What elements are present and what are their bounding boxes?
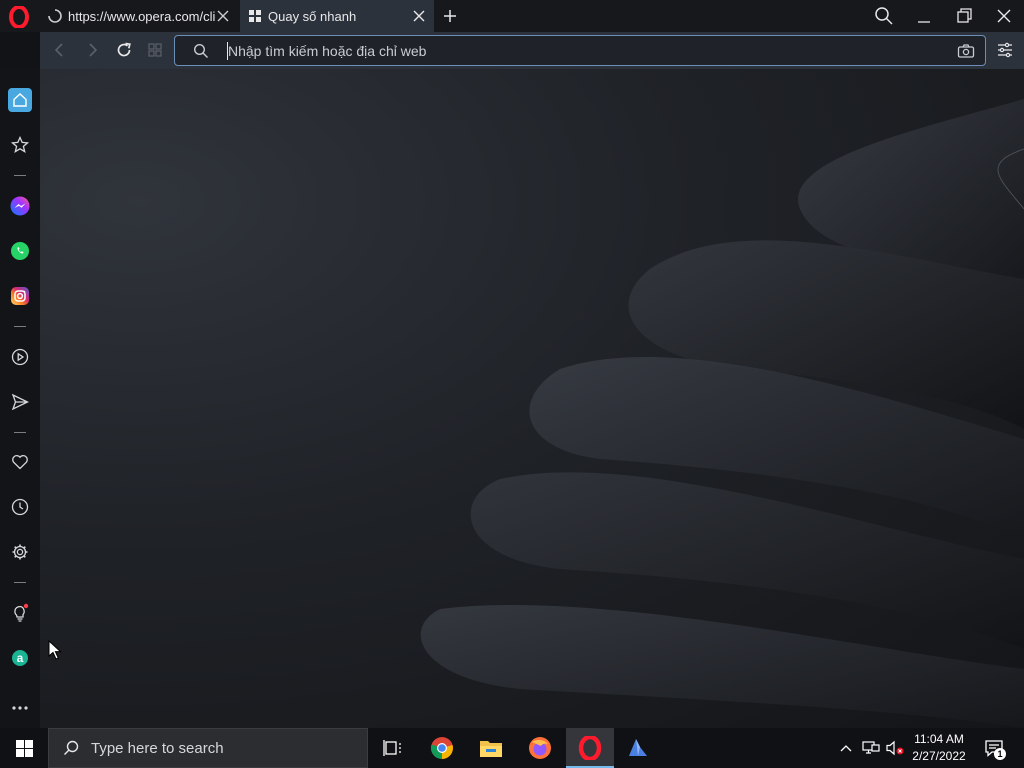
opera-icon <box>578 736 602 760</box>
windows-logo-icon <box>15 739 33 757</box>
network-icon <box>862 741 880 754</box>
sidebar-divider <box>14 326 26 327</box>
file-explorer-taskbar-button[interactable] <box>467 728 515 768</box>
volume-tray-button[interactable] <box>884 728 906 768</box>
action-center-button[interactable] <box>980 728 1008 768</box>
chevron-up-icon <box>840 745 852 752</box>
easy-setup-icon[interactable] <box>996 41 1014 59</box>
tab-title: Quay số nhanh <box>268 8 357 24</box>
task-view-icon <box>383 740 401 756</box>
opera-menu-icon[interactable] <box>8 5 30 29</box>
taskbar-search-box[interactable]: Type here to search <box>48 728 368 768</box>
back-icon[interactable] <box>50 40 70 60</box>
volume-muted-icon <box>886 740 904 756</box>
tips-icon[interactable] <box>8 601 32 625</box>
windows-taskbar: Type here to search 11:04 AM 2/27/2022 1 <box>0 728 1024 768</box>
sidebar-divider <box>14 175 26 176</box>
close-tab-icon[interactable] <box>412 9 426 23</box>
speed-dial-background <box>40 69 1024 728</box>
navigation-bar: Nhập tìm kiếm hoặc địa chỉ web <box>40 32 1024 69</box>
tab-search-icon[interactable] <box>872 4 896 28</box>
home-icon[interactable] <box>8 88 32 112</box>
messenger-icon[interactable] <box>8 194 32 218</box>
search-icon <box>193 43 208 58</box>
player-icon[interactable] <box>8 345 32 369</box>
network-tray-button[interactable] <box>860 728 882 768</box>
tab-bar: https://www.opera.com/client/upgraded?ut… <box>0 0 1024 32</box>
address-placeholder: Nhập tìm kiếm hoặc địa chỉ web <box>228 43 427 59</box>
show-hidden-icons-button[interactable] <box>836 728 856 768</box>
reload-icon[interactable] <box>114 40 134 60</box>
notification-count-badge: 1 <box>994 748 1006 760</box>
aria-icon[interactable]: a <box>8 646 32 670</box>
instagram-icon[interactable] <box>8 284 32 308</box>
tab-opera-upgraded[interactable]: https://www.opera.com/client/upgraded?ut… <box>40 0 238 32</box>
sidebar-divider <box>14 432 26 433</box>
more-icon[interactable] <box>8 696 32 720</box>
close-tab-icon[interactable] <box>216 9 230 23</box>
taskbar-clock[interactable]: 11:04 AM 2/27/2022 <box>908 731 970 765</box>
start-button[interactable] <box>0 728 48 768</box>
new-tab-plus-icon[interactable] <box>440 6 460 26</box>
clock-date: 2/27/2022 <box>912 749 966 763</box>
history-icon[interactable] <box>8 495 32 519</box>
wallpaper-waves <box>420 99 1024 728</box>
bookmarks-icon[interactable] <box>8 133 32 157</box>
clock-time: 11:04 AM <box>914 732 964 746</box>
sidebar-divider <box>14 582 26 583</box>
speed-dial-grid-icon[interactable] <box>145 40 165 60</box>
screen: https://www.opera.com/client/upgraded?ut… <box>0 0 1024 768</box>
sidebar: a <box>0 69 40 728</box>
tab-title: https://www.opera.com/client/upgraded?ut… <box>68 8 216 24</box>
taskbar-search-placeholder: Type here to search <box>91 739 224 757</box>
tab-speed-dial[interactable]: Quay số nhanh <box>240 0 434 32</box>
firefox-icon <box>529 737 551 759</box>
settings-icon[interactable] <box>8 540 32 564</box>
close-window-icon[interactable] <box>992 4 1016 28</box>
firefox-taskbar-button[interactable] <box>516 728 564 768</box>
heart-icon[interactable] <box>8 450 32 474</box>
send-icon[interactable] <box>8 390 32 414</box>
opera-taskbar-button[interactable] <box>566 728 614 768</box>
loading-spinner-icon <box>48 9 62 23</box>
whatsapp-icon[interactable] <box>8 239 32 263</box>
minimize-icon[interactable] <box>912 4 936 28</box>
chrome-taskbar-button[interactable] <box>418 728 466 768</box>
task-view-button[interactable] <box>368 728 416 768</box>
address-bar[interactable]: Nhập tìm kiếm hoặc địa chỉ web <box>174 35 986 66</box>
svg-text:a: a <box>17 651 24 665</box>
chrome-icon <box>430 737 453 759</box>
blue-app-icon <box>629 739 647 756</box>
app-taskbar-button[interactable] <box>614 728 662 768</box>
search-icon <box>64 740 79 755</box>
mouse-cursor-icon <box>48 640 62 660</box>
snapshot-camera-icon[interactable] <box>957 43 975 59</box>
restore-icon[interactable] <box>952 4 976 28</box>
folder-icon <box>480 741 502 757</box>
speed-dial-icon <box>249 10 261 22</box>
forward-icon[interactable] <box>82 40 102 60</box>
